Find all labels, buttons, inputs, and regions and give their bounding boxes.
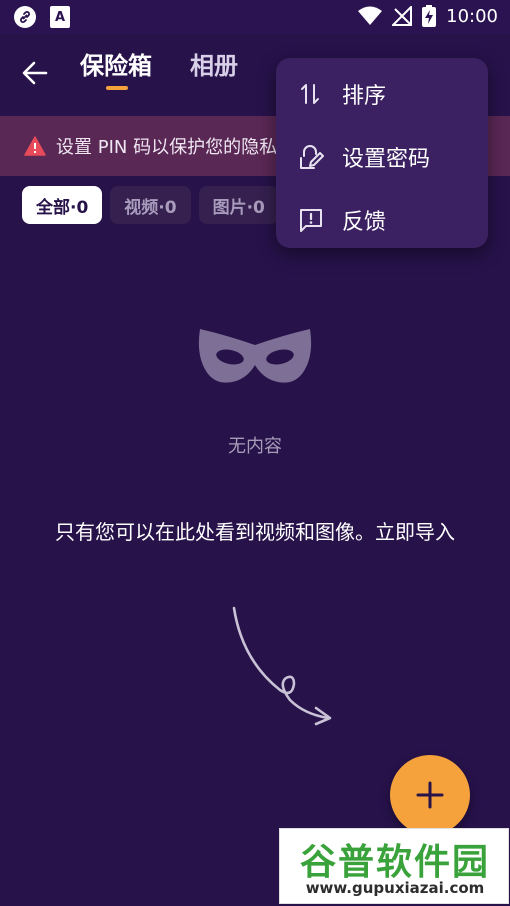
battery-charging-icon [422, 5, 437, 27]
filter-chip-video[interactable]: 视频·0 [110, 186, 191, 224]
overflow-menu: 排序 设置密码 反馈 [276, 58, 488, 248]
filter-chips: 全部·0 视频·0 图片·0 [22, 186, 279, 224]
text-a-icon: A [50, 6, 70, 28]
menu-item-label: 排序 [342, 83, 387, 109]
menu-item-feedback[interactable]: 反馈 [276, 188, 488, 251]
status-left-icons: A [14, 6, 70, 28]
pin-banner-text: 设置 PIN 码以保护您的隐私 [56, 137, 278, 158]
status-bar: A 10:00 [0, 0, 510, 34]
no-signal-icon [392, 6, 413, 26]
tab-vault[interactable]: 保险箱 [80, 46, 152, 81]
filter-chip-image[interactable]: 图片·0 [198, 186, 279, 224]
menu-item-label: 反馈 [342, 209, 387, 235]
menu-item-sort[interactable]: 排序 [276, 62, 488, 125]
watermark-url: www.gupuxiazai.com [305, 879, 485, 897]
mask-icon [198, 329, 312, 383]
empty-title: 无内容 [228, 436, 282, 457]
menu-item-set-password[interactable]: 设置密码 [276, 125, 488, 188]
empty-description: 只有您可以在此处看到视频和图像。立即导入 [55, 520, 455, 544]
status-time: 10:00 [446, 5, 498, 27]
watermark: 谷普软件园 www.gupuxiazai.com [279, 828, 509, 904]
watermark-title: 谷普软件园 [299, 842, 490, 883]
warning-icon [24, 136, 46, 156]
add-button[interactable] [390, 755, 470, 835]
wifi-icon [358, 6, 383, 25]
link-icon [14, 6, 36, 28]
edit-lock-icon [300, 144, 324, 169]
feedback-icon [300, 208, 322, 232]
sort-icon [301, 83, 319, 104]
tab-indicator [106, 86, 128, 90]
back-button[interactable] [18, 56, 52, 90]
tab-album[interactable]: 相册 [190, 46, 238, 81]
plus-icon [416, 781, 444, 809]
arrow-left-icon [22, 61, 48, 85]
curved-arrow-icon [232, 606, 332, 726]
filter-chip-all[interactable]: 全部·0 [22, 186, 103, 224]
menu-item-label: 设置密码 [342, 146, 431, 172]
status-right-icons: 10:00 [358, 5, 498, 27]
